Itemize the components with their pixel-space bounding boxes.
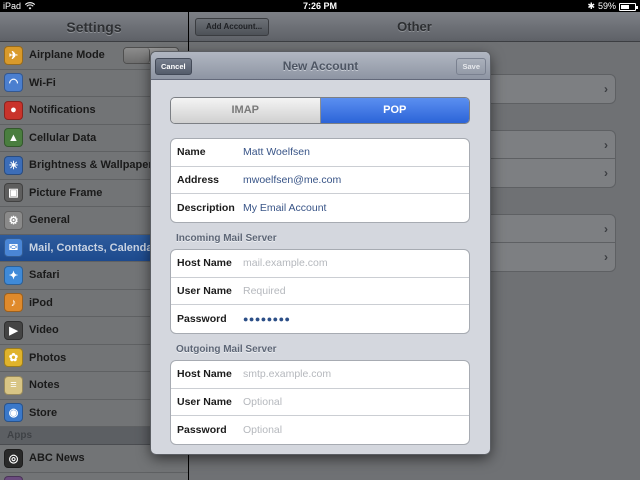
- detail-navbar: Add Account... Other: [189, 12, 640, 42]
- status-bar: iPad 7:26 PM ✱ 59%: [0, 0, 640, 12]
- outgoing-password-row: Password Optional: [171, 416, 469, 444]
- bluetooth-icon: ✱: [587, 1, 595, 11]
- imap-segment[interactable]: IMAP: [171, 98, 321, 123]
- outgoing-user-name-row: User Name Optional: [171, 389, 469, 416]
- sidebar-item-label: General: [29, 214, 70, 227]
- incoming-host-name-row: Host Name mail.example.com: [171, 250, 469, 278]
- incoming-password-row: Password ●●●●●●●●: [171, 305, 469, 333]
- chevron-right-icon: ›: [604, 138, 608, 152]
- outgoing-password-label: Password: [177, 423, 227, 436]
- account-name-field[interactable]: Matt Woelfsen: [237, 146, 469, 158]
- incoming-user-name-label: User Name: [177, 284, 232, 297]
- account-address-row: Address mwoelfsen@me.com: [171, 167, 469, 194]
- sidebar-item-label: Photos: [29, 351, 67, 364]
- picture-frame-icon: ▣: [4, 183, 23, 203]
- outgoing-server-group: Host Name smtp.example.com User Name Option…: [170, 360, 470, 445]
- sidebar-item-label: Notifications: [29, 104, 96, 117]
- sidebar-title: Settings: [0, 12, 188, 42]
- incoming-password-field[interactable]: ●●●●●●●●: [237, 314, 469, 324]
- ipod-icon: ♪: [4, 293, 23, 313]
- account-description-field[interactable]: My Email Account: [237, 202, 469, 214]
- sidebar-item-label: Wi-Fi: [29, 76, 56, 89]
- incoming-host-name-label: Host Name: [177, 257, 232, 270]
- incoming-host-name-field[interactable]: mail.example.com: [237, 257, 469, 269]
- sidebar-item-label: Safari: [29, 269, 60, 282]
- save-button[interactable]: Save: [456, 58, 486, 75]
- account-description-row: Description My Email Account: [171, 194, 469, 222]
- gear-icon: ⚙: [4, 210, 23, 230]
- account-name-label: Name: [177, 146, 206, 159]
- sidebar-item-label: Store: [29, 406, 58, 419]
- chevron-right-icon: ›: [604, 222, 608, 236]
- sidebar-item-label: Mail, Contacts, Calendars: [29, 241, 163, 254]
- pop-segment[interactable]: POP: [320, 98, 469, 123]
- chevron-right-icon: ›: [604, 166, 608, 180]
- sidebar-item-label: ABC News: [29, 452, 85, 465]
- outgoing-host-name-label: Host Name: [177, 368, 232, 381]
- outgoing-server-header: Outgoing Mail Server: [176, 344, 277, 355]
- sidebar-item-label: Picture Frame: [29, 186, 103, 199]
- toggle-knob: [124, 48, 150, 63]
- battery-percent: 59%: [597, 1, 616, 11]
- incoming-user-name-row: User Name Required: [171, 278, 469, 305]
- sidebar-item-label: Brightness & Wallpaper: [29, 159, 153, 172]
- incoming-password-label: Password: [177, 312, 227, 325]
- new-account-modal: Cancel New Account Save IMAP POP Name Mat…: [151, 52, 490, 454]
- incoming-user-name-field[interactable]: Required: [237, 285, 469, 297]
- cellular-icon: ▲: [4, 128, 23, 148]
- incoming-server-group: Host Name mail.example.com User Name Requir…: [170, 249, 470, 334]
- sidebar-item-label: Airplane Mode: [29, 49, 105, 62]
- detail-title: Other: [397, 19, 432, 34]
- safari-icon: ✦: [4, 265, 23, 285]
- outgoing-user-name-field[interactable]: Optional: [237, 396, 469, 408]
- chevron-right-icon: ›: [604, 82, 608, 96]
- airplane-icon: ✈: [4, 45, 23, 65]
- modal-navbar: Cancel New Account Save: [151, 52, 490, 80]
- incoming-server-header: Incoming Mail Server: [176, 233, 277, 244]
- mail-icon: ✉: [4, 238, 23, 258]
- modal-title: New Account: [282, 59, 359, 73]
- notifications-icon: ●: [4, 100, 23, 120]
- outgoing-user-name-label: User Name: [177, 395, 232, 408]
- outgoing-host-name-field[interactable]: smtp.example.com: [237, 368, 469, 380]
- account-info-group: Name Matt Woelfsen Address mwoelfsen@me.com…: [170, 138, 470, 223]
- battery-icon: [619, 3, 638, 11]
- brightness-icon: ☀: [4, 155, 23, 175]
- notes-icon: ≡: [4, 375, 23, 395]
- status-time: 7:26 PM: [302, 1, 337, 11]
- abc-news-icon: ◎: [4, 448, 23, 468]
- video-icon: ▶: [4, 320, 23, 340]
- photos-icon: ✿: [4, 348, 23, 368]
- outgoing-host-name-row: Host Name smtp.example.com: [171, 361, 469, 389]
- account-type-segmented-control: IMAP POP: [170, 97, 470, 124]
- sidebar-item-label: iPod: [29, 296, 53, 309]
- account-description-label: Description: [177, 201, 235, 214]
- chevron-right-icon: ›: [604, 250, 608, 264]
- wifi-icon: ◠: [4, 73, 23, 93]
- account-address-field[interactable]: mwoelfsen@me.com: [237, 174, 469, 186]
- outgoing-password-field[interactable]: Optional: [237, 424, 469, 436]
- sidebar-item-alchemist-rose[interactable]: ❀alchemist rose: [0, 473, 188, 480]
- sidebar-item-label: Notes: [29, 379, 60, 392]
- account-name-row: Name Matt Woelfsen: [171, 139, 469, 167]
- account-address-label: Address: [177, 173, 220, 186]
- sidebar-item-label: Video: [29, 324, 59, 337]
- app-icon: ❀: [4, 476, 23, 480]
- sidebar-item-label: Cellular Data: [29, 131, 97, 144]
- store-icon: ◉: [4, 403, 23, 423]
